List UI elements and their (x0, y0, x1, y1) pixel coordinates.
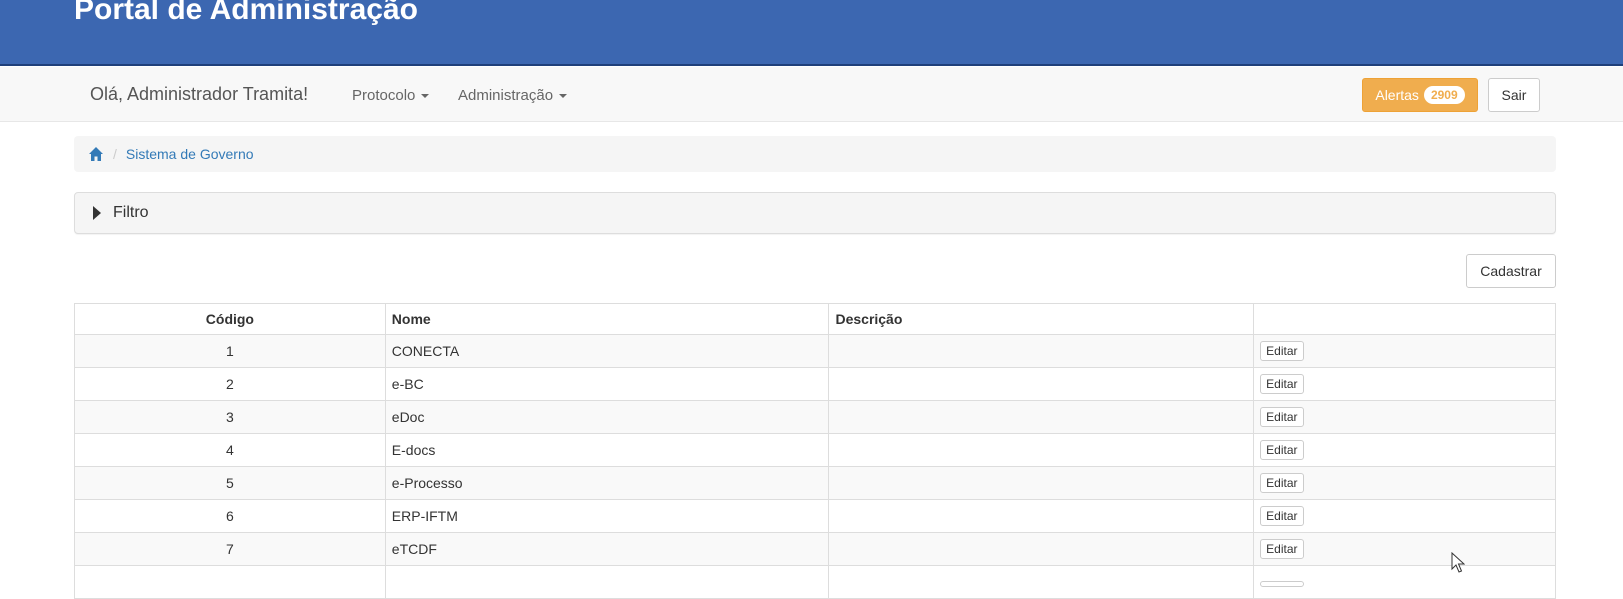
cell-codigo (74, 565, 386, 599)
cell-descricao (828, 400, 1255, 434)
edit-button[interactable]: Editar (1260, 473, 1304, 493)
menu-administracao-label: Administração (458, 87, 554, 104)
logout-button[interactable]: Sair (1488, 78, 1540, 112)
menu-administracao[interactable]: Administração (458, 87, 568, 104)
cell-nome: eTCDF (384, 532, 830, 566)
filter-panel-toggle[interactable]: Filtro (74, 192, 1556, 234)
cell-actions: Editar (1253, 532, 1556, 566)
breadcrumb-item-sistema-de-governo[interactable]: Sistema de Governo (126, 146, 254, 162)
user-greeting: Olá, Administrador Tramita! (90, 84, 309, 104)
breadcrumb-separator: / (113, 146, 117, 162)
cell-descricao (828, 334, 1255, 368)
top-navbar: Olá, Administrador Tramita! Protocolo Ad… (0, 67, 1623, 122)
breadcrumb: / Sistema de Governo (74, 136, 1556, 172)
cell-actions: Editar (1253, 400, 1556, 434)
edit-button[interactable]: Editar (1260, 539, 1304, 559)
column-header-nome: Nome (384, 303, 830, 335)
cell-codigo: 5 (74, 466, 386, 500)
column-header-descricao: Descrição (828, 303, 1255, 335)
cell-nome: e-BC (384, 367, 830, 401)
cell-codigo: 6 (74, 499, 386, 533)
app-title: Portal de Administração (74, 0, 418, 26)
home-icon[interactable] (88, 146, 104, 162)
alerts-count-badge: 2909 (1423, 86, 1465, 104)
cell-codigo: 4 (74, 433, 386, 467)
cell-descricao (828, 466, 1255, 500)
cell-actions: Editar (1253, 499, 1556, 533)
cell-nome: ERP-IFTM (384, 499, 830, 533)
table-row: 1 CONECTA Editar (74, 334, 1556, 368)
cell-nome: CONECTA (384, 334, 830, 368)
cell-actions: Editar (1253, 433, 1556, 467)
alerts-button[interactable]: Alertas 2909 (1362, 78, 1478, 112)
cell-actions: Editar (1253, 367, 1556, 401)
filter-label: Filtro (113, 204, 149, 221)
systems-table: Código Nome Descrição 1 CONECTA Editar 2… (74, 303, 1556, 599)
cell-descricao (828, 433, 1255, 467)
cell-codigo: 2 (74, 367, 386, 401)
table-row: 7 eTCDF Editar (74, 532, 1556, 566)
cell-nome: eDoc (384, 400, 830, 434)
cell-actions: Editar (1253, 334, 1556, 368)
mouse-pointer-icon (1451, 552, 1465, 573)
cell-nome: E-docs (384, 433, 830, 467)
menu-protocolo-label: Protocolo (352, 87, 416, 104)
column-header-codigo: Código (74, 303, 386, 335)
cell-codigo: 3 (74, 400, 386, 434)
column-header-actions (1253, 303, 1556, 335)
edit-button[interactable]: Editar (1260, 506, 1304, 526)
edit-button[interactable]: Editar (1260, 440, 1304, 460)
cell-descricao (828, 499, 1255, 533)
edit-button[interactable] (1260, 581, 1305, 587)
edit-button[interactable]: Editar (1260, 341, 1304, 361)
table-row (74, 565, 1556, 599)
edit-button[interactable]: Editar (1260, 407, 1304, 427)
cell-nome (384, 565, 830, 599)
cell-nome: e-Processo (384, 466, 830, 500)
menu-protocolo[interactable]: Protocolo (352, 87, 430, 104)
cell-actions (1253, 565, 1556, 599)
cell-descricao (828, 532, 1255, 566)
cell-descricao (828, 565, 1255, 599)
app-header: Portal de Administração (0, 0, 1623, 66)
table-row: 5 e-Processo Editar (74, 466, 1556, 500)
table-row: 2 e-BC Editar (74, 367, 1556, 401)
caret-down-icon (421, 94, 430, 99)
alerts-label: Alertas (1375, 87, 1419, 103)
table-row: 4 E-docs Editar (74, 433, 1556, 467)
table-row: 3 eDoc Editar (74, 400, 1556, 434)
table-row: 6 ERP-IFTM Editar (74, 499, 1556, 533)
cell-actions: Editar (1253, 466, 1556, 500)
caret-down-icon (559, 94, 568, 99)
cell-codigo: 7 (74, 532, 386, 566)
caret-right-icon (93, 206, 101, 220)
create-button[interactable]: Cadastrar (1466, 254, 1556, 288)
edit-button[interactable]: Editar (1260, 374, 1304, 394)
cell-descricao (828, 367, 1255, 401)
table-header-row: Código Nome Descrição (74, 303, 1556, 335)
cell-codigo: 1 (74, 334, 386, 368)
